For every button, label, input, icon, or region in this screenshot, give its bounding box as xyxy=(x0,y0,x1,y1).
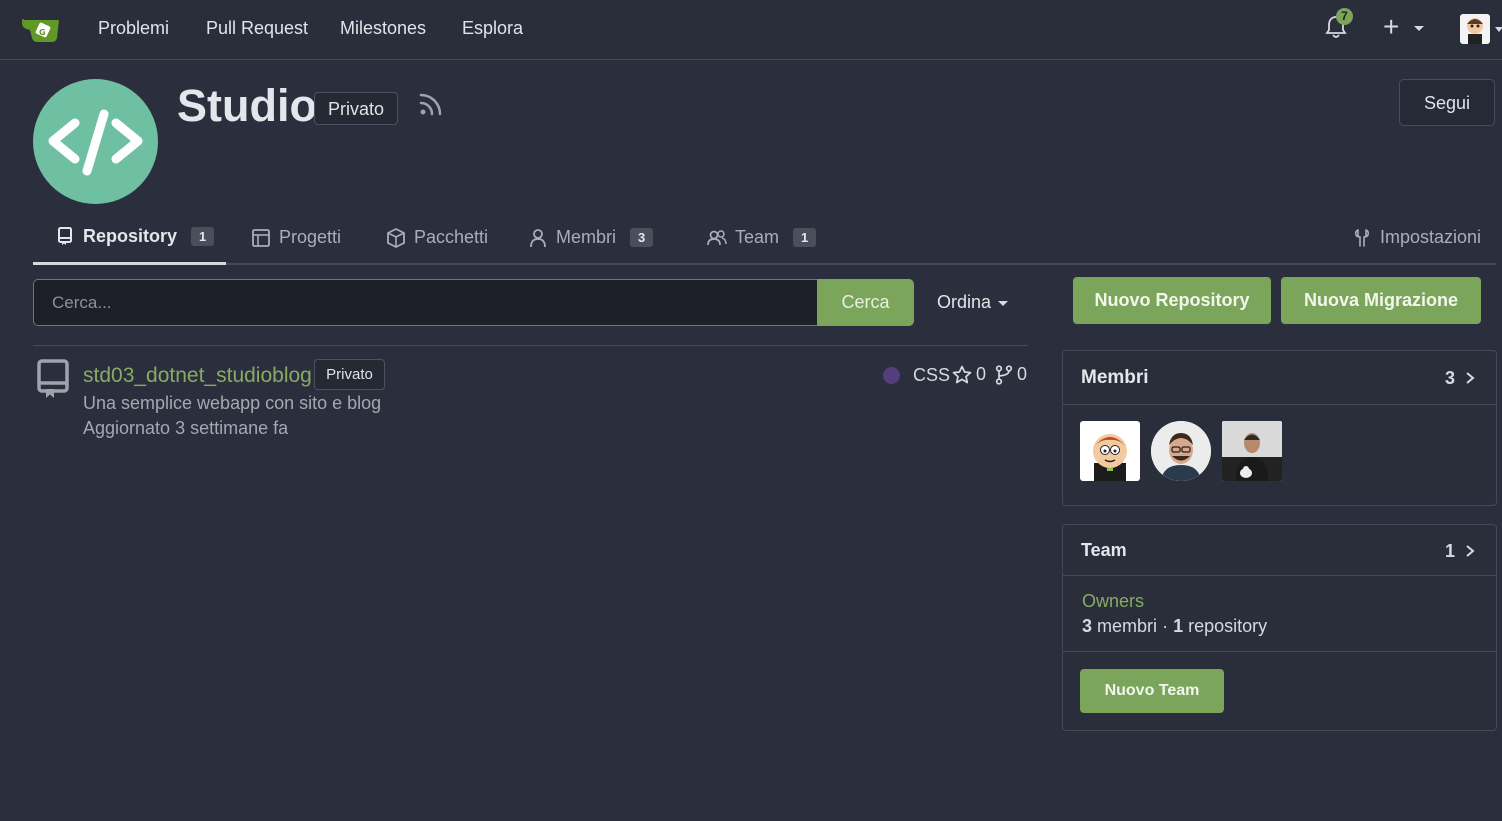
nav-pull-requests-link[interactable]: Pull Request xyxy=(206,18,308,39)
nav-explore-link[interactable]: Esplora xyxy=(462,18,523,39)
repo-stars[interactable]: 0 xyxy=(952,364,986,385)
nav-milestones-link[interactable]: Milestones xyxy=(340,18,426,39)
org-private-badge: Privato xyxy=(314,92,398,125)
org-avatar xyxy=(33,79,158,204)
team-card-header[interactable]: Team 1 xyxy=(1063,525,1496,576)
repo-icon xyxy=(37,359,69,398)
team-members-label: membri xyxy=(1097,616,1158,636)
language-color-dot xyxy=(883,367,900,384)
top-navbar: G Problemi Pull Request Milestones Esplo… xyxy=(0,0,1502,60)
user-menu-caret-icon[interactable] xyxy=(1495,27,1502,32)
repo-icon xyxy=(58,227,72,245)
follow-button[interactable]: Segui xyxy=(1399,79,1495,126)
tab-packages[interactable]: Pacchetti xyxy=(386,210,488,265)
team-card: Team 1 Owners 3 membri · 1 repository Nu… xyxy=(1062,524,1497,731)
tab-team-label: Team xyxy=(735,227,780,247)
tab-members-label: Membri xyxy=(556,227,617,247)
divider xyxy=(1063,651,1496,652)
team-members-count: 3 xyxy=(1082,616,1093,636)
fork-icon xyxy=(995,364,1013,385)
org-name: Studio xyxy=(177,80,317,131)
member-avatar[interactable] xyxy=(1151,421,1211,481)
tab-repository[interactable]: Repository 1 xyxy=(33,210,226,265)
search-button[interactable]: Cerca xyxy=(817,279,914,326)
person-icon xyxy=(530,228,546,247)
tab-projects-label: Progetti xyxy=(279,227,342,247)
gitea-logo-icon[interactable]: G xyxy=(22,14,60,44)
sort-dropdown[interactable]: Ordina xyxy=(937,292,991,313)
repo-description: Una semplice webapp con sito e blog xyxy=(83,393,382,413)
team-repo-count: 1 xyxy=(1173,616,1184,636)
new-team-button[interactable]: Nuovo Team xyxy=(1080,669,1224,713)
team-card-title: Team xyxy=(1081,540,1127,560)
notification-count-badge: 7 xyxy=(1336,8,1353,25)
tab-repository-label: Repository xyxy=(83,225,178,246)
repo-name-link[interactable]: std03_dotnet_studioblog xyxy=(83,364,312,388)
svg-text:G: G xyxy=(39,28,46,37)
members-card-header[interactable]: Membri 3 xyxy=(1063,351,1496,405)
team-owners-link[interactable]: Owners xyxy=(1082,591,1144,612)
tab-repository-count: 1 xyxy=(191,226,215,246)
nav-issues-link[interactable]: Problemi xyxy=(98,18,169,39)
new-repository-button[interactable]: Nuovo Repository xyxy=(1073,277,1271,324)
chevron-right-icon xyxy=(1466,545,1475,557)
tab-team[interactable]: Team 1 xyxy=(707,210,817,265)
sort-chevron-down-icon[interactable] xyxy=(998,301,1008,306)
member-avatar[interactable] xyxy=(1080,421,1140,481)
repo-language: CSS xyxy=(913,365,951,385)
create-new-plus-icon[interactable]: + xyxy=(1383,12,1399,42)
package-icon xyxy=(387,227,405,248)
project-icon xyxy=(252,228,270,247)
tools-icon xyxy=(1354,228,1370,247)
tab-settings-label: Impostazioni xyxy=(1380,227,1482,247)
team-summary: 3 membri · 1 repository xyxy=(1082,616,1267,637)
divider xyxy=(33,345,1028,346)
user-avatar[interactable] xyxy=(1460,14,1490,44)
tab-packages-label: Pacchetti xyxy=(414,227,489,247)
members-card-title: Membri xyxy=(1081,367,1149,388)
team-summary-separator: · xyxy=(1162,616,1169,636)
chevron-right-icon xyxy=(1466,372,1475,384)
members-card: Membri 3 xyxy=(1062,350,1497,506)
people-icon xyxy=(707,229,727,245)
members-card-count[interactable]: 3 xyxy=(1445,368,1476,389)
tab-members[interactable]: Membri 3 xyxy=(528,210,654,265)
repo-updated-time: Aggiornato 3 settimane fa xyxy=(83,418,289,438)
repo-forks[interactable]: 0 xyxy=(995,364,1027,385)
team-count-value: 1 xyxy=(1444,541,1455,561)
chevron-down-icon[interactable] xyxy=(1414,26,1424,31)
tab-settings[interactable]: Impostazioni xyxy=(1352,210,1481,265)
team-repo-label: repository xyxy=(1188,616,1268,636)
repo-search-input[interactable] xyxy=(33,279,818,326)
org-tabs: Repository 1 Progetti Pacchetti Membri 3… xyxy=(33,210,1496,265)
member-avatar[interactable] xyxy=(1222,421,1282,481)
tab-projects[interactable]: Progetti xyxy=(251,210,341,265)
repo-private-badge: Privato xyxy=(314,359,385,390)
members-count-value: 3 xyxy=(1444,368,1455,388)
tab-team-count: 1 xyxy=(793,228,817,247)
sort-label: Ordina xyxy=(937,292,992,312)
star-icon xyxy=(952,365,972,383)
rss-icon[interactable] xyxy=(418,91,444,117)
new-migration-button[interactable]: Nuova Migrazione xyxy=(1281,277,1481,324)
repo-stars-count: 0 xyxy=(976,364,987,384)
team-card-count[interactable]: 1 xyxy=(1445,541,1476,562)
tab-members-count: 3 xyxy=(630,228,654,247)
repo-forks-count: 0 xyxy=(1017,364,1028,384)
